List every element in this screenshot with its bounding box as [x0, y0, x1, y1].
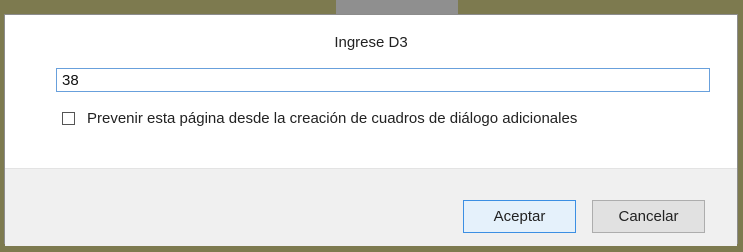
accept-button[interactable]: Aceptar — [463, 200, 576, 233]
prevent-dialogs-label: Prevenir esta página desde la creación d… — [87, 109, 578, 127]
prompt-input[interactable] — [56, 68, 710, 92]
dialog-title: Ingrese D3 — [334, 34, 408, 51]
prevent-dialogs-option[interactable]: Prevenir esta página desde la creación d… — [62, 109, 577, 127]
dialog-body: Ingrese D3 Prevenir esta página desde la… — [5, 15, 737, 168]
prevent-dialogs-checkbox[interactable] — [62, 111, 75, 125]
background-band — [336, 0, 458, 14]
cancel-button[interactable]: Cancelar — [592, 200, 705, 233]
